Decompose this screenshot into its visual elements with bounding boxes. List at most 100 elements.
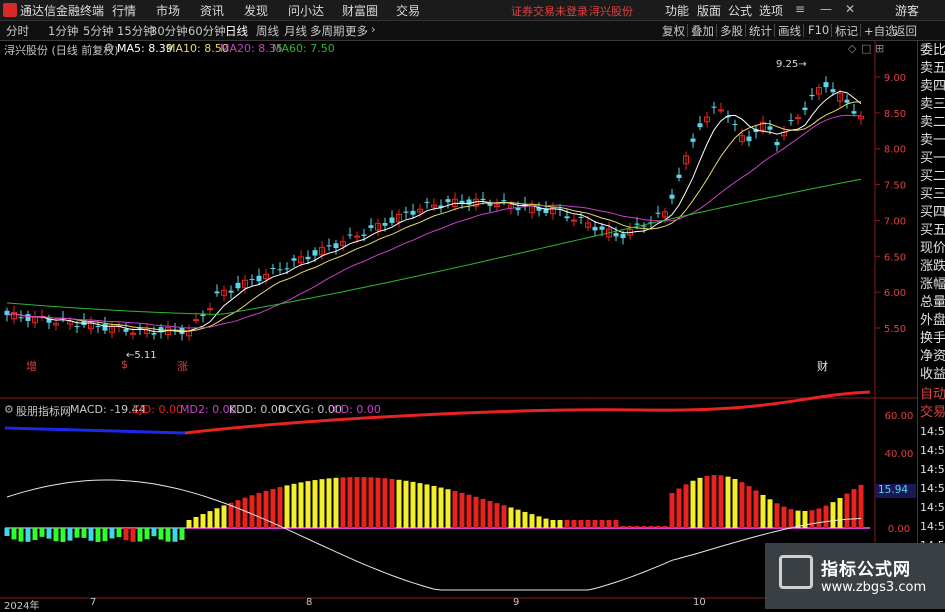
side-item[interactable]: 买一 [920, 152, 945, 166]
site-watermark: 指标公式网 www.zbgs3.com [765, 543, 945, 609]
ma10-line [6, 101, 862, 332]
side-time: 14:56 [920, 463, 945, 476]
candle-body [578, 216, 584, 218]
indicator-bar [123, 528, 129, 541]
indicator-bar [305, 481, 311, 528]
candle-body [382, 222, 388, 226]
side-item[interactable]: 涨跌 [920, 260, 945, 274]
indicator-bar [662, 526, 668, 528]
indicator-bar [221, 505, 227, 528]
indicator-bar [795, 510, 801, 528]
price-tick-label: 5.50 [884, 324, 906, 335]
indicator-bar [529, 514, 535, 528]
low-label: ←5.11 [126, 350, 157, 361]
candle-body [641, 225, 647, 227]
indicator-bar [508, 507, 514, 528]
watermark-title: 指标公式网 [821, 560, 911, 580]
indicator-bar [312, 480, 318, 528]
date-year: 2024年 [4, 601, 40, 612]
indicator-bar [249, 495, 255, 528]
indicator-bar [634, 526, 640, 528]
price-tick-label: 7.00 [884, 216, 906, 227]
side-item[interactable]: 买五 [920, 224, 945, 238]
side-item[interactable]: 总量 [920, 296, 945, 310]
side-item[interactable]: 外盘 [920, 314, 945, 328]
indicator-bar [361, 477, 367, 528]
indicator-bar [298, 482, 304, 528]
side-item[interactable]: 卖四 [920, 80, 945, 94]
indicator-bar [340, 477, 346, 528]
date-aug: 8 [306, 597, 313, 608]
side-item[interactable]: 买三 [920, 188, 945, 202]
indicator-bar [753, 490, 759, 528]
indicator-bar [60, 528, 66, 542]
indicator-bar [263, 490, 269, 528]
indicator-bar [627, 526, 633, 528]
indicator-bar [74, 528, 80, 538]
indicator-bar [669, 493, 675, 528]
marker-zeng: 增 [26, 360, 37, 373]
price-tick-label: 6.50 [884, 252, 906, 263]
side-item[interactable]: 买二 [920, 170, 945, 184]
side-bottom-item[interactable]: 交易 [920, 406, 945, 420]
indicator-bar [46, 528, 52, 539]
candle-body [361, 234, 367, 236]
side-time: 14:56 [920, 444, 945, 457]
side-bottom-item[interactable]: 自动 [920, 388, 945, 402]
indicator-bar [109, 528, 115, 539]
indicator-bar [641, 526, 647, 528]
indicator-bar [823, 505, 829, 528]
indicator-bar [711, 475, 717, 528]
candle-body [830, 89, 836, 93]
indicator-bar [277, 487, 283, 528]
side-item[interactable]: 收益 [920, 368, 945, 382]
side-item[interactable]: 涨幅 [920, 278, 945, 292]
indicator-bar [809, 510, 815, 528]
indicator-bar [347, 477, 353, 528]
indicator-bar [781, 506, 787, 528]
candle-body [697, 123, 703, 128]
indicator-bar [683, 484, 689, 528]
candle-body [25, 314, 31, 321]
indicator-bar [830, 502, 836, 528]
indicator-tick-label: 40.00 [885, 449, 914, 460]
indicator-bar [606, 520, 612, 528]
indicator-bar [690, 480, 696, 528]
indicator-bar [620, 526, 626, 528]
indicator-bar [564, 520, 570, 528]
indicator-bar [571, 520, 577, 528]
price-tick-label: 7.50 [884, 181, 906, 192]
side-item[interactable]: 现价 [920, 242, 945, 256]
side-time: 14:56 [920, 520, 945, 533]
indicator-bar [403, 480, 409, 528]
indicator-bar [557, 520, 563, 528]
indicator-bar [424, 484, 430, 528]
chart-canvas[interactable]: 9.00 8.50 8.00 7.50 7.00 6.50 6.00 5.50 60.00 40.… [0, 0, 945, 609]
side-item[interactable]: 卖一 [920, 134, 945, 148]
indicator-bar [144, 528, 150, 540]
candle-body [228, 290, 234, 293]
quote-side-panel: 委比卖五卖四卖三卖二卖一买一买二买三买四买五现价涨跌涨幅总量外盘换手净资收益自动… [917, 41, 945, 609]
indicator-bar [4, 528, 10, 536]
price-tick-label: 9.00 [884, 73, 906, 84]
indicator-bar [438, 487, 444, 528]
indicator-bar [242, 497, 248, 528]
candle-body [214, 291, 220, 294]
side-item[interactable]: 卖三 [920, 98, 945, 112]
candle-body [347, 234, 353, 236]
side-item[interactable]: 买四 [920, 206, 945, 220]
indicator-bar [389, 478, 395, 528]
indicator-bar [284, 485, 290, 528]
side-time: 14:56 [920, 425, 945, 438]
side-item[interactable]: 卖五 [920, 62, 945, 76]
candle-body [284, 268, 290, 270]
side-item[interactable]: 换手 [920, 332, 945, 346]
candle-body [774, 141, 780, 146]
ma5-line [6, 90, 862, 333]
indicator-bar [837, 498, 843, 528]
candle-body [718, 109, 724, 112]
candle-body [564, 216, 570, 219]
side-item[interactable]: 净资 [920, 350, 945, 364]
side-item[interactable]: 委比 [920, 44, 945, 58]
side-item[interactable]: 卖二 [920, 116, 945, 130]
